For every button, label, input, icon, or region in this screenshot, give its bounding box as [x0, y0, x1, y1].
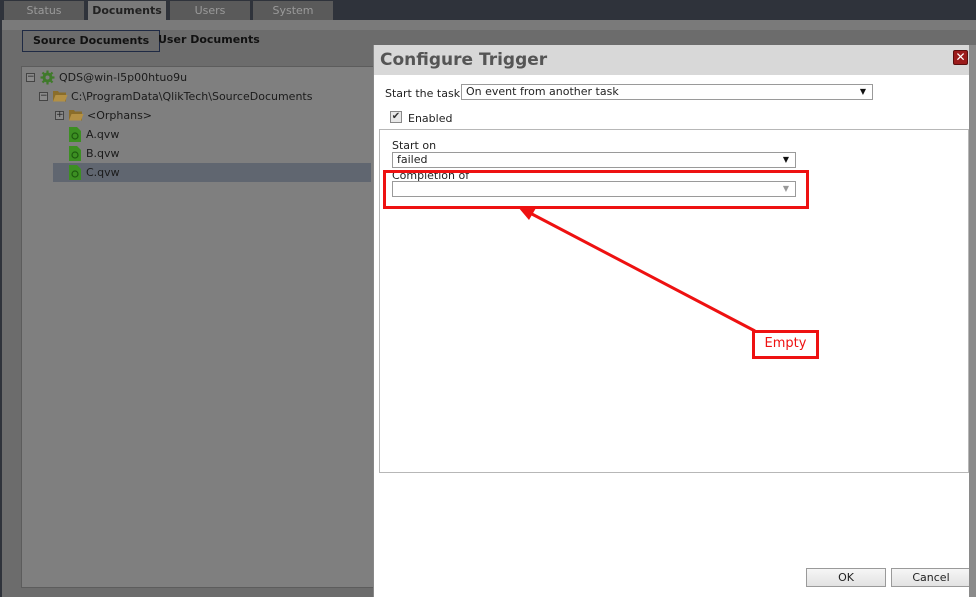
- expand-icon[interactable]: +: [55, 111, 64, 120]
- collapse-icon[interactable]: −: [26, 73, 35, 82]
- enabled-label: Enabled: [408, 112, 453, 125]
- dialog-title: Configure Trigger: [380, 50, 548, 70]
- ok-button[interactable]: OK: [806, 568, 886, 587]
- tab-system[interactable]: System: [253, 1, 333, 20]
- start-on-select[interactable]: failed ▼: [392, 152, 796, 168]
- annotation-label: Empty: [752, 330, 819, 359]
- tree-item-folder[interactable]: − C:\ProgramData\QlikTech\SourceDocument…: [39, 87, 369, 106]
- cancel-button[interactable]: Cancel: [891, 568, 971, 587]
- dialog-header: Configure Trigger ✕: [374, 45, 976, 75]
- subtab-user-documents[interactable]: User Documents: [148, 30, 270, 52]
- close-icon[interactable]: ✕: [953, 50, 968, 65]
- tab-users[interactable]: Users: [170, 1, 250, 20]
- tree-label: <Orphans>: [87, 109, 153, 122]
- start-on-label: Start on: [392, 139, 437, 152]
- subtab-source-documents[interactable]: Source Documents: [22, 30, 161, 52]
- tab-documents[interactable]: Documents: [88, 1, 166, 20]
- tree-item-document-selected[interactable]: C.qvw: [53, 163, 371, 182]
- configure-trigger-dialog: Configure Trigger ✕ Start the task On ev…: [373, 45, 976, 597]
- tab-band: [0, 20, 976, 30]
- document-tree: − QDS@win-l5p00htuo9u − C:\ProgramData\Q…: [21, 66, 381, 588]
- tree-label: C.qvw: [86, 166, 120, 179]
- right-scrollbar[interactable]: [969, 45, 976, 597]
- start-on-value: failed: [397, 153, 428, 166]
- chevron-down-icon: ▼: [859, 87, 866, 96]
- tree-label: B.qvw: [86, 147, 120, 160]
- qvw-document-icon: [69, 165, 81, 186]
- tree-item-server[interactable]: − QDS@win-l5p00htuo9u: [26, 68, 366, 87]
- tree-label: C:\ProgramData\QlikTech\SourceDocuments: [71, 90, 313, 103]
- tree-item-orphans[interactable]: + <Orphans>: [55, 106, 355, 125]
- tree-item-document[interactable]: A.qvw: [67, 125, 357, 144]
- tree-item-document[interactable]: B.qvw: [67, 144, 357, 163]
- annotation-highlight-box: [383, 170, 809, 209]
- tab-status[interactable]: Status: [4, 1, 84, 20]
- left-edge: [0, 20, 2, 597]
- start-task-label: Start the task: [385, 87, 461, 100]
- tree-label: A.qvw: [86, 128, 120, 141]
- tree-label: QDS@win-l5p00htuo9u: [59, 71, 188, 84]
- start-task-value: On event from another task: [466, 85, 619, 98]
- chevron-down-icon: ▼: [782, 155, 789, 164]
- enabled-checkbox[interactable]: ✔: [390, 111, 402, 123]
- collapse-icon[interactable]: −: [39, 92, 48, 101]
- start-task-select[interactable]: On event from another task ▼: [461, 84, 873, 100]
